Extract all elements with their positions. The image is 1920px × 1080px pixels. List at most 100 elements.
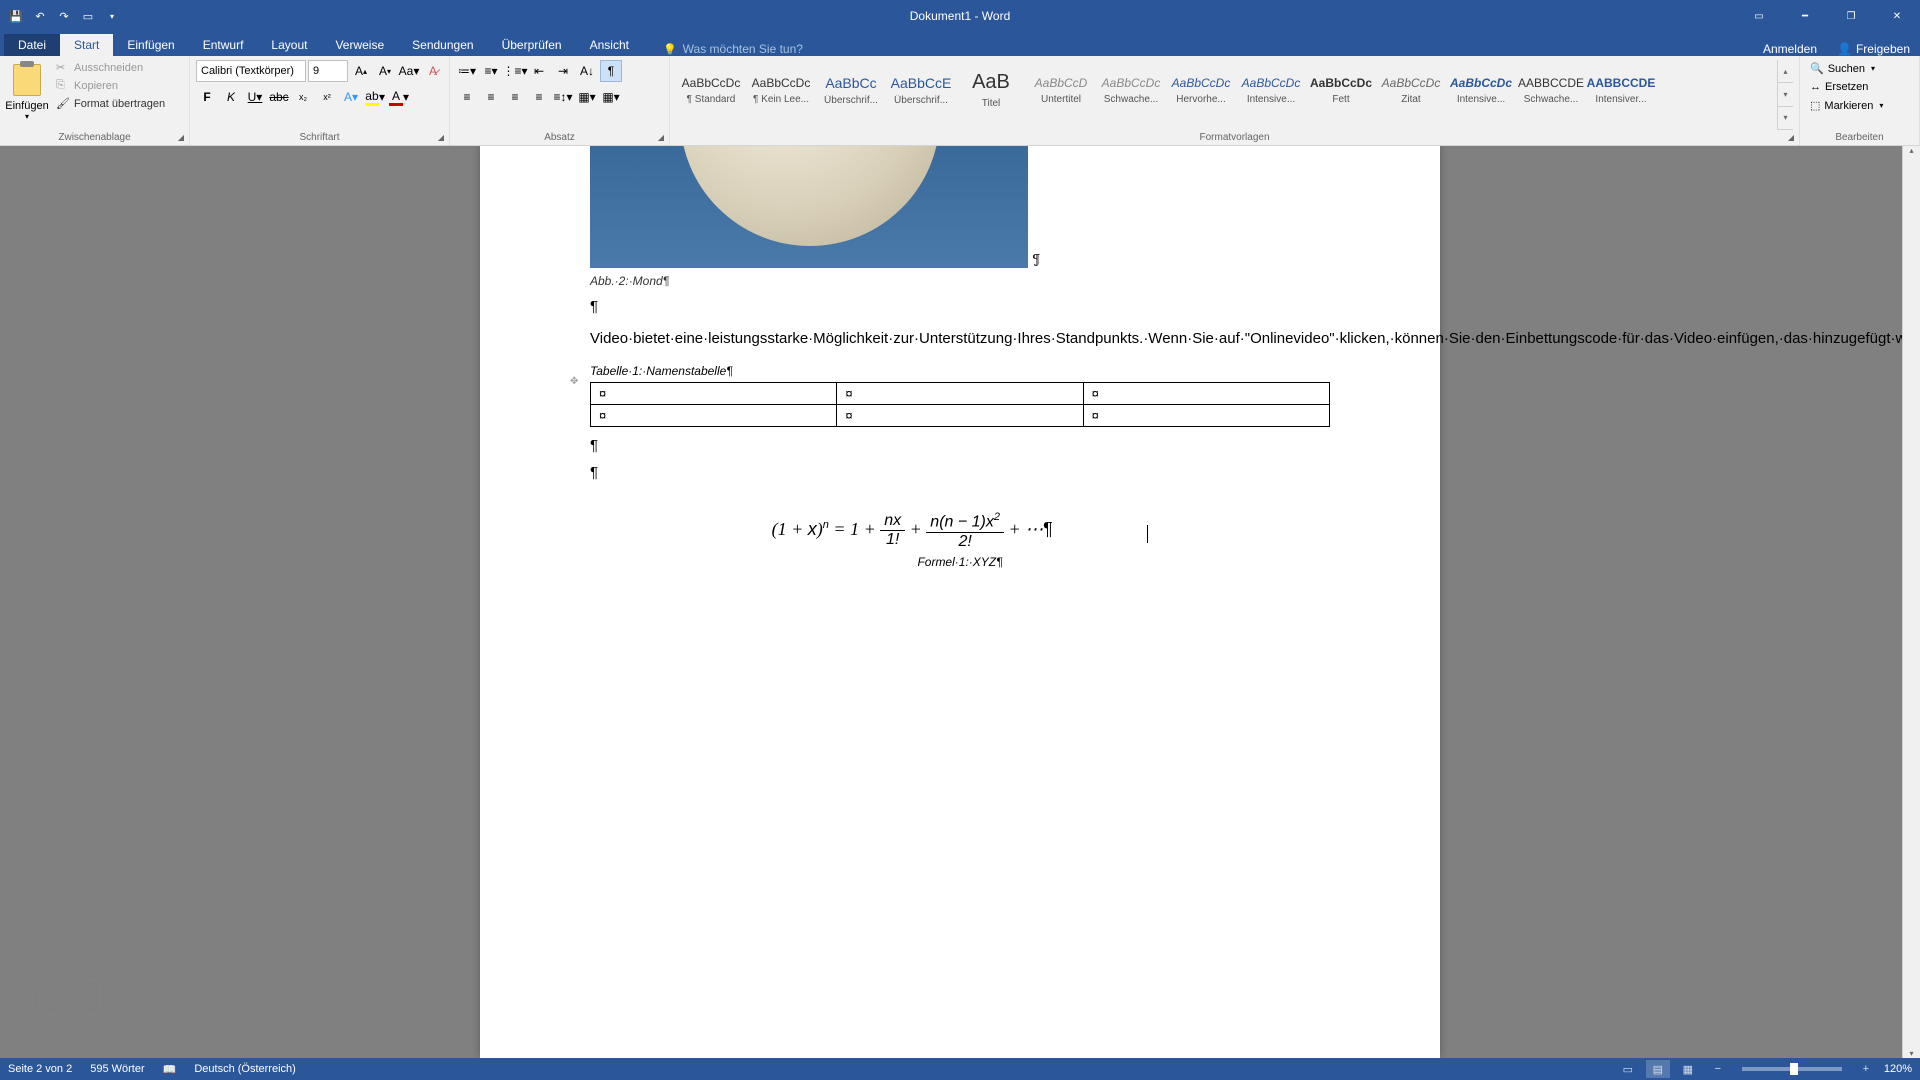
strikethrough-button[interactable]: abc: [268, 86, 290, 108]
gallery-more-icon[interactable]: ▾: [1778, 107, 1793, 130]
style-item[interactable]: AaBbCcDc¶ Standard: [676, 60, 746, 120]
styles-launcher-icon[interactable]: ◢: [1785, 131, 1797, 143]
clipboard-launcher-icon[interactable]: ◢: [175, 131, 187, 143]
table-cell[interactable]: ¤: [1083, 383, 1329, 405]
styles-gallery[interactable]: AaBbCcDc¶ StandardAaBbCcDc¶ Kein Lee...A…: [676, 60, 1773, 130]
increase-indent-button[interactable]: ⇥: [552, 60, 574, 82]
table-cell[interactable]: ¤: [837, 383, 1083, 405]
style-item[interactable]: AaBTitel: [956, 60, 1026, 120]
gallery-down-icon[interactable]: ▾: [1778, 83, 1793, 106]
subscript-button[interactable]: x₂: [292, 86, 314, 108]
undo-icon[interactable]: ↶: [32, 8, 48, 24]
table-caption[interactable]: Tabelle·1:·Namenstabelle¶: [590, 364, 1330, 378]
paragraph-launcher-icon[interactable]: ◢: [655, 131, 667, 143]
clear-formatting-button[interactable]: A̷: [422, 60, 444, 82]
redo-icon[interactable]: ↷: [56, 8, 72, 24]
font-color-button[interactable]: A▾: [388, 86, 410, 108]
share-button[interactable]: 👤Freigeben: [1837, 42, 1910, 56]
select-button[interactable]: ⬚Markieren▾: [1806, 97, 1887, 114]
status-word-count[interactable]: 595 Wörter: [90, 1063, 144, 1075]
table-move-handle-icon[interactable]: ✥: [570, 376, 578, 387]
justify-button[interactable]: ≡: [528, 86, 550, 108]
shrink-font-button[interactable]: A▾: [374, 60, 396, 82]
font-launcher-icon[interactable]: ◢: [435, 131, 447, 143]
paste-button[interactable]: Einfügen ▾: [6, 60, 48, 121]
qat-more-icon[interactable]: ▾: [104, 8, 120, 24]
tab-start[interactable]: Start: [60, 34, 113, 56]
underline-button[interactable]: U▾: [244, 86, 266, 108]
minimize-icon[interactable]: ━: [1782, 0, 1828, 32]
sort-button[interactable]: A↓: [576, 60, 598, 82]
web-layout-icon[interactable]: ▦: [1676, 1060, 1700, 1078]
body-paragraph[interactable]: Video·bietet·eine·leistungsstarke·Möglic…: [590, 327, 1330, 350]
font-size-combo[interactable]: [308, 60, 348, 82]
format-painter-button[interactable]: 🖌Format übertragen: [52, 96, 169, 112]
align-left-button[interactable]: ≡: [456, 86, 478, 108]
italic-button[interactable]: K: [220, 86, 242, 108]
style-item[interactable]: AaBbCcDUntertitel: [1026, 60, 1096, 120]
sign-in-link[interactable]: Anmelden: [1763, 42, 1817, 56]
gallery-scroll[interactable]: ▴ ▾ ▾: [1777, 60, 1793, 130]
vertical-scrollbar[interactable]: [1902, 146, 1920, 1058]
tab-references[interactable]: Verweise: [321, 34, 398, 56]
zoom-slider[interactable]: [1742, 1067, 1842, 1071]
image-moon[interactable]: [590, 146, 1028, 268]
tab-file[interactable]: Datei: [4, 34, 60, 56]
zoom-in-button[interactable]: +: [1854, 1060, 1878, 1078]
align-right-button[interactable]: ≡: [504, 86, 526, 108]
tab-layout[interactable]: Layout: [257, 34, 321, 56]
find-button[interactable]: 🔍Suchen▾: [1806, 60, 1887, 77]
show-marks-button[interactable]: ¶: [600, 60, 622, 82]
save-icon[interactable]: 💾: [8, 8, 24, 24]
decrease-indent-button[interactable]: ⇤: [528, 60, 550, 82]
tab-design[interactable]: Entwurf: [189, 34, 258, 56]
status-language[interactable]: Deutsch (Österreich): [194, 1063, 295, 1075]
proofing-icon[interactable]: 📖: [163, 1063, 177, 1076]
style-item[interactable]: AaBbCcDcSchwache...: [1096, 60, 1166, 120]
font-name-combo[interactable]: [196, 60, 306, 82]
gallery-up-icon[interactable]: ▴: [1778, 60, 1793, 83]
text-effects-button[interactable]: A▾: [340, 86, 362, 108]
zoom-level[interactable]: 120%: [1884, 1063, 1912, 1075]
style-item[interactable]: AaBbCcÜberschrif...: [816, 60, 886, 120]
tab-mailings[interactable]: Sendungen: [398, 34, 487, 56]
read-mode-icon[interactable]: ▭: [1616, 1060, 1640, 1078]
close-icon[interactable]: ✕: [1874, 0, 1920, 32]
highlight-button[interactable]: ab▾: [364, 86, 386, 108]
display-options-icon[interactable]: ▭: [1736, 0, 1782, 32]
borders-button[interactable]: ▦▾: [600, 86, 622, 108]
style-item[interactable]: AaBbCcDcFett: [1306, 60, 1376, 120]
style-item[interactable]: AABBCCDEIntensiver...: [1586, 60, 1656, 120]
table-cell[interactable]: ¤: [837, 405, 1083, 427]
style-item[interactable]: AaBbCcDcZitat: [1376, 60, 1446, 120]
touch-mode-icon[interactable]: ▭: [80, 8, 96, 24]
tab-review[interactable]: Überprüfen: [488, 34, 576, 56]
formula-caption[interactable]: Formel·1:·XYZ¶: [590, 555, 1330, 569]
maximize-icon[interactable]: ❐: [1828, 0, 1874, 32]
table-row[interactable]: ¤ ¤ ¤: [591, 383, 1330, 405]
equation[interactable]: (1 + x)n = 1 + nx1! + n(n − 1)x22! + ⋯¶: [590, 511, 1330, 550]
align-center-button[interactable]: ≡: [480, 86, 502, 108]
superscript-button[interactable]: x²: [316, 86, 338, 108]
image-caption[interactable]: Abb.·2:·Mond¶: [590, 274, 1330, 288]
table-cell[interactable]: ¤: [1083, 405, 1329, 427]
tell-me-search[interactable]: Was möchten Sie tun?: [663, 42, 803, 56]
style-item[interactable]: AaBbCcDcIntensive...: [1236, 60, 1306, 120]
table-row[interactable]: ¤ ¤ ¤: [591, 405, 1330, 427]
style-item[interactable]: AaBbCcEÜberschrif...: [886, 60, 956, 120]
line-spacing-button[interactable]: ≡↕▾: [552, 86, 574, 108]
status-page[interactable]: Seite 2 von 2: [8, 1063, 72, 1075]
tab-insert[interactable]: Einfügen: [113, 34, 188, 56]
bold-button[interactable]: F: [196, 86, 218, 108]
change-case-button[interactable]: Aa▾: [398, 60, 420, 82]
table-cell[interactable]: ¤: [591, 383, 837, 405]
style-item[interactable]: AaBbCcDcIntensive...: [1446, 60, 1516, 120]
zoom-out-button[interactable]: −: [1706, 1060, 1730, 1078]
bullets-button[interactable]: ≔▾: [456, 60, 478, 82]
replace-button[interactable]: ↔Ersetzen: [1806, 79, 1887, 95]
zoom-thumb[interactable]: [1790, 1063, 1798, 1075]
style-item[interactable]: AaBbCcDcHervorhe...: [1166, 60, 1236, 120]
style-item[interactable]: AABBCCDESchwache...: [1516, 60, 1586, 120]
print-layout-icon[interactable]: ▤: [1646, 1060, 1670, 1078]
name-table[interactable]: ¤ ¤ ¤ ¤ ¤ ¤: [590, 382, 1330, 427]
